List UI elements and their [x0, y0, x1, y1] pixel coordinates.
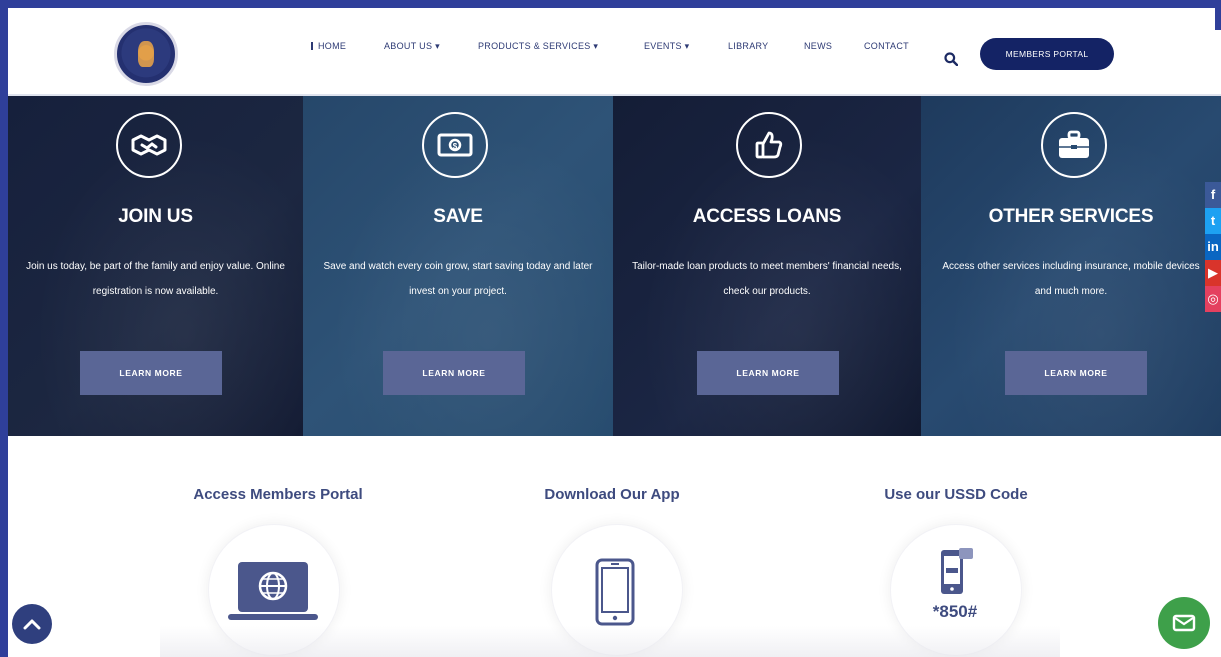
- search-icon[interactable]: [944, 52, 958, 66]
- service-description: Join us today, be part of the family and…: [26, 261, 285, 297]
- nav-about-us-label: ABOUT US: [384, 40, 433, 51]
- chevron-down-icon: ▾: [684, 40, 690, 51]
- youtube-icon[interactable]: ▶: [1205, 260, 1221, 286]
- bottom-shadow: [160, 626, 1060, 657]
- ussd-title: Use our USSD Code: [884, 486, 1028, 503]
- linkedin-icon[interactable]: in: [1205, 234, 1221, 260]
- services-section: JOIN US Join us today, be part of the fa…: [8, 96, 1221, 436]
- laptop-icon: [228, 562, 318, 620]
- service-title: SAVE: [433, 206, 483, 227]
- scroll-to-top-button[interactable]: [12, 604, 52, 644]
- service-card-access-loans: ACCESS LOANS Tailor-made loan products t…: [613, 96, 921, 436]
- chat-button[interactable]: [1158, 597, 1210, 649]
- learn-more-button[interactable]: LEARN MORE: [80, 351, 222, 395]
- chevron-up-icon: [23, 619, 41, 630]
- nav-events[interactable]: EVENTS ▾: [644, 41, 689, 52]
- chevron-down-icon: ▾: [593, 40, 599, 51]
- members-portal-button[interactable]: MEMBERS PORTAL: [980, 38, 1114, 70]
- service-description: Save and watch every coin grow, start sa…: [323, 261, 593, 297]
- service-description: Tailor-made loan products to meet member…: [632, 261, 902, 297]
- chevron-down-icon: ▾: [435, 40, 440, 51]
- handshake-icon: [116, 112, 182, 178]
- learn-more-button[interactable]: LEARN MORE: [697, 351, 839, 395]
- learn-more-button[interactable]: LEARN MORE: [1005, 351, 1147, 395]
- service-description: Access other services including insuranc…: [942, 261, 1200, 297]
- service-card-join-us: JOIN US Join us today, be part of the fa…: [8, 96, 303, 436]
- social-sidebar: f t in ▶ ◎: [1205, 182, 1221, 312]
- members-portal-title[interactable]: Access Members Portal: [128, 486, 428, 503]
- download-app-title[interactable]: Download Our App: [462, 486, 762, 503]
- money-icon: $: [422, 112, 488, 178]
- service-title: JOIN US: [118, 206, 193, 227]
- facebook-icon[interactable]: f: [1205, 182, 1221, 208]
- ussd-code: *850#: [932, 602, 978, 621]
- access-section: Access Members Portal Download Our App U…: [8, 436, 1221, 657]
- site-header: HOME ABOUT US ▾ PRODUCTS & SERVICES ▾ EV…: [8, 8, 1221, 96]
- nav-events-label: EVENTS: [644, 40, 682, 51]
- nav-products-services[interactable]: PRODUCTS & SERVICES ▾: [478, 41, 598, 52]
- briefcase-icon: [1041, 112, 1107, 178]
- service-card-save: $ SAVE Save and watch every coin grow, s…: [303, 96, 613, 436]
- ussd-phone-icon: [941, 548, 973, 594]
- service-card-other-services: OTHER SERVICES Access other services inc…: [921, 96, 1221, 436]
- site-logo[interactable]: [114, 22, 178, 86]
- nav-library[interactable]: LIBRARY: [728, 41, 768, 51]
- learn-more-button[interactable]: LEARN MORE: [383, 351, 525, 395]
- nav-news[interactable]: NEWS: [804, 41, 832, 51]
- envelope-icon: [1172, 614, 1196, 632]
- service-title: ACCESS LOANS: [692, 206, 842, 227]
- window-frame-edge: [1215, 0, 1221, 30]
- nav-home[interactable]: HOME: [311, 41, 346, 51]
- nav-products-label: PRODUCTS & SERVICES: [478, 40, 591, 51]
- mobile-phone-icon: [595, 558, 635, 626]
- svg-text:$: $: [453, 142, 458, 151]
- nav-contact[interactable]: CONTACT: [864, 41, 909, 51]
- twitter-icon[interactable]: t: [1205, 208, 1221, 234]
- nav-about-us[interactable]: ABOUT US ▾: [384, 41, 440, 52]
- instagram-icon[interactable]: ◎: [1205, 286, 1221, 312]
- service-title: OTHER SERVICES: [988, 206, 1154, 227]
- thumbs-up-icon: [736, 112, 802, 178]
